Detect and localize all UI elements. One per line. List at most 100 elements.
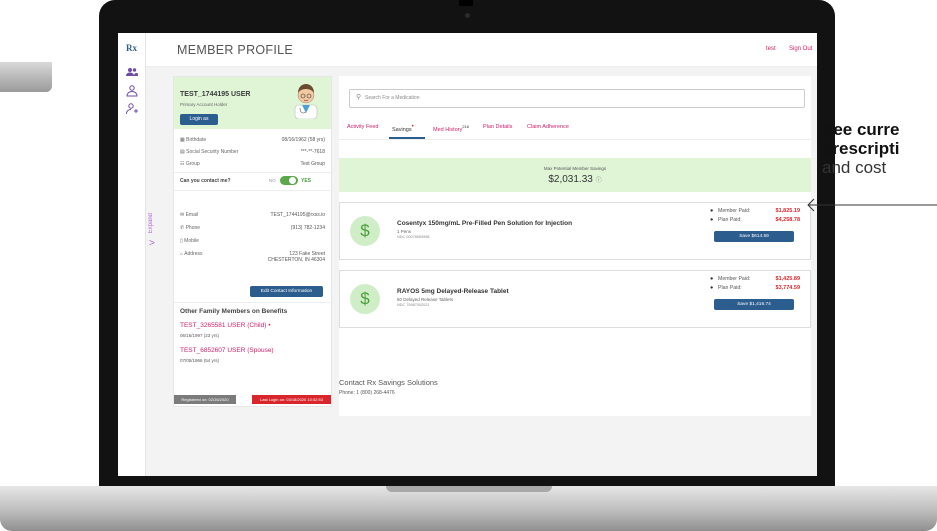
plan-paid-label: Plan Paid: — [718, 285, 742, 291]
phone-row: ✆ Phone (913) 782-1234 — [180, 225, 325, 231]
member-paid-value: $1,425.89 — [775, 276, 800, 282]
drug-ndc: NDC 00078063998 — [397, 235, 430, 239]
last-login-badge: Last Login on: 03/18/2020 10:02:53 — [252, 395, 331, 404]
address-line2: CHESTERTON, IN 46304 — [267, 257, 325, 263]
family-member-dob: 06/16/1997 (23 yrs) — [180, 333, 220, 338]
medication-card: $ RAYOS 5mg Delayed-Release Tablet 60 De… — [339, 270, 811, 328]
page-title: MEMBER PROFILE — [177, 43, 294, 57]
member-role: Primary Account Holder — [180, 102, 228, 107]
profile-header: TEST_1744195 USER Primary Account Holder… — [174, 77, 331, 129]
save-button[interactable]: Save $1,416.74 — [714, 299, 794, 310]
tabs-divider — [339, 139, 811, 140]
mobile-row: ▯ Mobile — [180, 238, 325, 244]
search-icon: ⚲ — [356, 94, 362, 101]
family-member-link[interactable]: TEST_6852607 USER (Spouse) — [180, 347, 274, 354]
family-title: Other Family Members on Benefits — [180, 308, 288, 315]
drug-qty: 60 Delayed Release Tablets — [397, 297, 453, 302]
person-icon: ● — [710, 276, 714, 282]
user-link[interactable]: test — [766, 46, 776, 52]
save-button[interactable]: Save $614.59 — [714, 231, 794, 242]
tab-claim-adherence[interactable]: Claim Adherence — [527, 124, 569, 130]
tab-activity-feed[interactable]: Activity Feed — [347, 124, 378, 130]
tab-savings[interactable]: Savings• — [392, 124, 414, 133]
savings-alert-dot: • — [411, 124, 414, 130]
email-value[interactable]: TEST_1744195@rxss.io — [270, 212, 325, 218]
laptop-notch — [459, 0, 473, 6]
tab-med-history[interactable]: Med History216 — [433, 124, 469, 133]
signout-link[interactable]: Sign Out — [789, 46, 812, 52]
pointer-arrow-icon — [807, 198, 937, 212]
search-input[interactable]: ⚲ Search For a Medication — [349, 89, 805, 108]
dollar-icon: $ — [350, 216, 380, 246]
savings-value-line: $2,031.33 ⓘ — [339, 174, 811, 185]
address-label: Address — [184, 251, 203, 257]
mobile-label: Mobile — [184, 238, 199, 244]
people-icon[interactable] — [118, 67, 145, 80]
family-member-link[interactable]: TEST_3265581 USER (Child) • — [180, 322, 270, 329]
ssn-label: Social Security Number — [186, 149, 239, 155]
dollar-icon: $ — [350, 284, 380, 314]
alert-dot: • — [268, 322, 271, 329]
expand-tab[interactable]: Expand — [148, 213, 154, 233]
divider — [174, 302, 331, 303]
caption-line-2: prescripti — [822, 139, 900, 158]
edit-contact-button[interactable]: Edit Contact Information — [250, 286, 323, 297]
phone-value: (913) 782-1234 — [290, 225, 325, 231]
med-history-count: 216 — [462, 124, 470, 129]
family-member-dob: 07/05/1966 (54 yrs) — [180, 358, 220, 363]
toggle-no-label: NO — [269, 178, 276, 183]
family-member-relation: (Child) — [247, 322, 267, 329]
member-icon[interactable] — [118, 85, 145, 100]
group-label: Group — [185, 161, 200, 167]
user-add-icon[interactable] — [118, 103, 145, 118]
laptop-base — [0, 486, 937, 531]
header-bar: MEMBER PROFILE test Sign Out — [146, 33, 817, 67]
profile-panel: TEST_1744195 USER Primary Account Holder… — [173, 76, 332, 407]
group-people-icon: ● — [710, 217, 714, 223]
caption-line-1: See curre — [822, 120, 900, 139]
medication-card: $ Cosentyx 150mg/mL Pre-Filled Pen Solut… — [339, 202, 811, 260]
group-people-icon: ● — [710, 285, 714, 291]
ssn-row: ▤ Social Security Number ***-**-7618 — [180, 149, 325, 155]
address-row: ⌂ Address 123 Fake Street CHESTERTON, IN… — [180, 251, 325, 263]
login-as-button[interactable]: Login as — [180, 114, 218, 125]
rx-logo[interactable]: Rx — [118, 43, 145, 53]
email-row: ✉ Email TEST_1744195@rxss.io — [180, 212, 325, 218]
family-member-name: TEST_3265581 USER — [180, 322, 246, 329]
drug-name[interactable]: RAYOS 5mg Delayed-Release Tablet — [397, 288, 509, 295]
tab-med-history-label: Med History — [433, 126, 463, 133]
tab-plan-details[interactable]: Plan Details — [483, 124, 512, 130]
member-paid-label: Member Paid: — [718, 208, 751, 214]
divider — [174, 190, 331, 191]
savings-label: Max Potential Member Savings — [543, 166, 607, 171]
info-icon[interactable]: ⓘ — [596, 178, 602, 184]
birthdate-row: ▦ Birthdate 08/16/1962 (58 yrs) — [180, 137, 325, 143]
home-icon: ⌂ — [180, 251, 184, 257]
member-paid-value: $1,825.19 — [775, 208, 800, 214]
plan-paid-label: Plan Paid: — [718, 217, 742, 223]
search-placeholder: Search For a Medication — [365, 95, 420, 101]
marketing-caption: See curre prescripti and cost — [822, 120, 937, 177]
email-label: Email — [185, 212, 199, 218]
mail-icon: ✉ — [180, 212, 185, 218]
contact-question: Can you contact me? — [180, 178, 231, 184]
chevron-right-icon[interactable]: > — [149, 238, 155, 249]
doctor-avatar-icon — [294, 84, 318, 119]
drug-ndc: NDC 75987002021 — [397, 303, 430, 307]
plan-paid-value: $3,774.59 — [775, 285, 800, 291]
card-icon: ▤ — [180, 149, 185, 155]
toggle-knob[interactable] — [289, 177, 296, 184]
contact-phone: Phone: 1 (800) 268-4476 — [339, 390, 395, 396]
app-screen: Rx Expand > MEMBER PROFILE test Sign Out… — [118, 33, 817, 476]
drug-name[interactable]: Cosentyx 150mg/mL Pre-Filled Pen Solutio… — [397, 220, 572, 227]
group-row: ☷ Group Test Group — [180, 161, 325, 167]
camera-dot — [465, 13, 470, 18]
calendar-icon: ▦ — [180, 137, 185, 143]
ssn-value: ***-**-7618 — [300, 149, 325, 155]
address-value: 123 Fake Street CHESTERTON, IN 46304 — [268, 251, 325, 263]
contact-title: Contact Rx Savings Solutions — [339, 378, 438, 387]
toggle-yes-label: YES — [301, 178, 312, 184]
phone-label: Phone — [185, 225, 201, 231]
drug-qty: 1 Pens — [397, 229, 412, 234]
member-name: TEST_1744195 USER — [180, 91, 251, 98]
